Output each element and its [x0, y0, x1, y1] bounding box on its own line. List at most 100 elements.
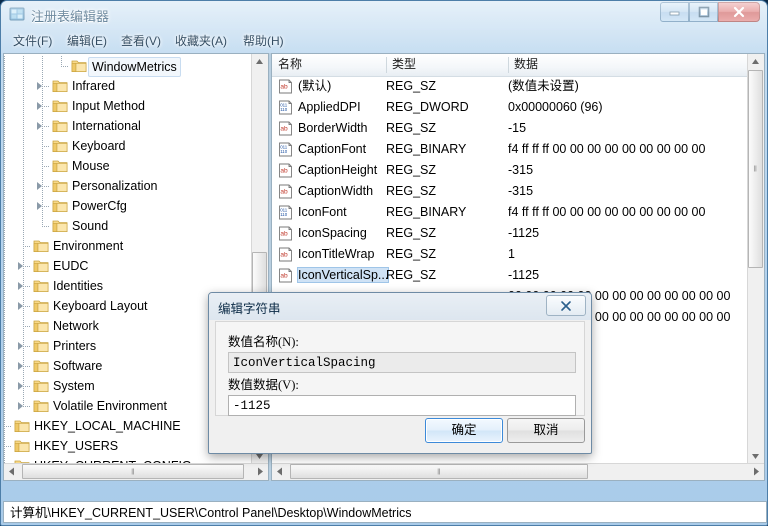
- dialog-ok-button[interactable]: 确定: [425, 418, 503, 443]
- column-divider[interactable]: [386, 57, 387, 73]
- tree-guide-line: [4, 56, 5, 466]
- close-button[interactable]: [718, 2, 760, 22]
- title-bar: 注册表编辑器: [1, 1, 767, 29]
- column-header[interactable]: 数据: [508, 54, 764, 75]
- folder-icon: [33, 279, 49, 293]
- svg-text:ab: ab: [280, 252, 288, 259]
- tree-item-label: HKEY_LOCAL_MACHINE: [34, 419, 181, 433]
- folder-icon: [33, 319, 49, 333]
- folder-icon: [71, 59, 87, 73]
- tree-connector: [23, 306, 31, 307]
- string-value-icon: ab: [278, 226, 293, 241]
- value-name-text: IconVerticalSp...: [296, 267, 390, 283]
- value-name: BorderWidth: [298, 118, 367, 139]
- value-type: REG_DWORD: [386, 100, 469, 114]
- list-horizontal-scrollbar[interactable]: ‖: [272, 463, 764, 480]
- tree-scroll-right-button[interactable]: [252, 464, 268, 479]
- close-icon: [733, 6, 745, 18]
- tree-scroll-left-button[interactable]: [4, 464, 20, 479]
- list-column-headers: 名称 类型 数据: [272, 54, 764, 77]
- value-row[interactable]: ab IconSpacing REG_SZ -1125: [272, 223, 748, 244]
- maximize-button[interactable]: [689, 2, 718, 22]
- menu-item-1[interactable]: 编辑(E): [63, 32, 111, 50]
- tree-connector: [23, 386, 31, 387]
- chevron-up-icon: [256, 59, 263, 64]
- tree-horizontal-scrollbar[interactable]: ‖: [4, 463, 268, 480]
- folder-icon: [33, 359, 49, 373]
- menu-item-0[interactable]: 文件(F): [9, 32, 56, 50]
- value-row[interactable]: ab CaptionHeight REG_SZ -315: [272, 160, 748, 181]
- value-row[interactable]: 011 110 CaptionFont REG_BINARY f4 ff ff ff 0…: [272, 139, 748, 160]
- tree-guide-line: [61, 56, 62, 66]
- svg-text:ab: ab: [280, 273, 288, 280]
- list-scroll-left-button[interactable]: [272, 464, 288, 479]
- dialog-cancel-button[interactable]: 取消: [507, 418, 585, 443]
- menu-item-4[interactable]: 帮助(H): [239, 32, 288, 50]
- folder-icon: [33, 399, 49, 413]
- folder-icon: [33, 360, 49, 372]
- menu-item-3[interactable]: 收藏夹(A): [171, 32, 231, 50]
- value-name: AppliedDPI: [298, 97, 361, 118]
- folder-icon: [33, 299, 49, 313]
- close-icon: [561, 300, 571, 311]
- chevron-left-icon: [9, 467, 14, 476]
- scroll-grip: ‖: [753, 164, 758, 174]
- tree-connector: [42, 166, 50, 167]
- column-divider[interactable]: [508, 57, 509, 73]
- value-row[interactable]: ab IconVerticalSp... REG_SZ -1125: [272, 265, 748, 286]
- list-vertical-scrollbar[interactable]: ‖: [747, 54, 764, 480]
- list-scroll-thumb[interactable]: ‖: [748, 70, 763, 268]
- tree-item-label: Personalization: [72, 179, 158, 193]
- value-name: IconVerticalSp...: [296, 265, 390, 286]
- value-row[interactable]: ab CaptionWidth REG_SZ -315: [272, 181, 748, 202]
- value-name-text: IconTitleWrap: [298, 247, 375, 261]
- window-title: 注册表编辑器: [31, 9, 110, 24]
- chevron-left-icon: [277, 467, 282, 476]
- tree-connector: [42, 106, 50, 107]
- value-row[interactable]: ab (默认) REG_SZ (数值未设置): [272, 76, 748, 97]
- string-value-icon: ab: [279, 268, 292, 283]
- list-hscroll-thumb[interactable]: ‖: [290, 464, 588, 479]
- folder-icon: [33, 259, 49, 273]
- value-name-text: (默认): [298, 79, 332, 93]
- binary-value-icon: 011110: [278, 205, 293, 220]
- column-header[interactable]: 类型: [386, 54, 508, 75]
- registry-editor-window: 注册表编辑器 文件(F) 编辑(E) 查看(V) 收藏夹(A) 帮助(H) Window…: [0, 0, 768, 526]
- value-row[interactable]: 011 110 AppliedDPI REG_DWORD 0x00000060 (96): [272, 97, 748, 118]
- value-name-input[interactable]: IconVerticalSpacing: [228, 352, 576, 373]
- value-row[interactable]: ab IconTitleWrap REG_SZ 1: [272, 244, 748, 265]
- dialog-body: 数值名称(N): IconVerticalSpacing 数值数据(V): -1…: [215, 321, 585, 416]
- folder-icon: [14, 419, 30, 433]
- value-name-text: CaptionHeight: [298, 163, 378, 177]
- value-row[interactable]: ab BorderWidth REG_SZ -15: [272, 118, 748, 139]
- list-scroll-up-button[interactable]: [748, 54, 763, 70]
- tree-connector: [42, 206, 50, 207]
- chevron-down-icon: [752, 454, 759, 459]
- column-header[interactable]: 名称: [272, 54, 386, 75]
- minimize-button[interactable]: [660, 2, 689, 22]
- folder-icon: [33, 260, 49, 272]
- binary-value-icon: 011110: [278, 142, 293, 157]
- tree-connector: [23, 346, 31, 347]
- tree-guide-line: [42, 56, 43, 226]
- tree-hscroll-thumb[interactable]: ‖: [22, 464, 244, 479]
- folder-icon: [52, 120, 68, 132]
- svg-text:110: 110: [280, 149, 288, 154]
- value-data-input[interactable]: -1125: [228, 395, 576, 416]
- list-scroll-right-button[interactable]: [748, 464, 764, 479]
- value-data: 0x00000060 (96): [508, 100, 603, 114]
- list-scroll-down-button[interactable]: [748, 448, 763, 464]
- string-value-icon: ab: [278, 163, 293, 178]
- tree-connector: [42, 86, 50, 87]
- folder-icon: [33, 280, 49, 292]
- maximize-icon: [698, 6, 709, 18]
- value-type: REG_SZ: [386, 79, 437, 93]
- tree-scroll-up-button[interactable]: [252, 54, 267, 70]
- tree-item-label: Input Method: [72, 99, 145, 113]
- value-row[interactable]: 011 110 IconFont REG_BINARY f4 ff ff ff 00 0…: [272, 202, 748, 223]
- dialog-close-button[interactable]: [546, 295, 586, 316]
- menu-item-2[interactable]: 查看(V): [117, 32, 165, 50]
- string-value-icon: ab: [279, 226, 292, 241]
- folder-icon: [14, 420, 30, 432]
- string-value-icon: ab: [279, 163, 292, 178]
